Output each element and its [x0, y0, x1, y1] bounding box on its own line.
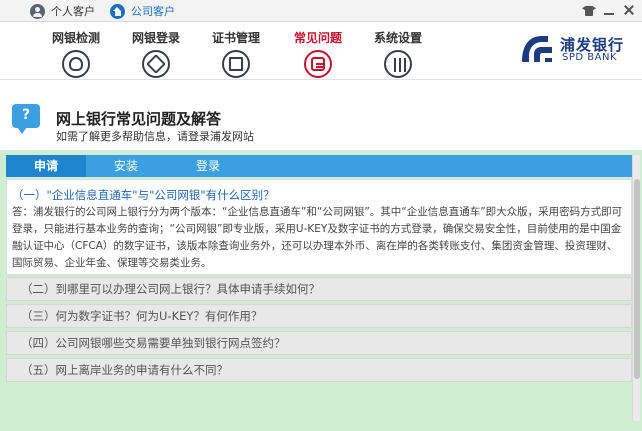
nav-item-label: 常见问题 — [293, 31, 342, 45]
faq-question-1[interactable]: （一）"企业信息直通车"与"公司网银"有什么区别？ — [12, 187, 275, 203]
nav-item-faq[interactable]: 常见问题 — [283, 27, 353, 78]
faq-question-3[interactable]: （三）何为数字证书？何为U-KEY？有何作用？ — [6, 304, 632, 328]
main-nav: 网银检测 网银登录 证书管理 常见问题 系统设置 浦发银行 SPD BANK — [0, 22, 642, 80]
page-subtitle: 如需了解更多帮助信息，请登录浦发网站 — [56, 130, 254, 143]
scrollbar-thumb[interactable] — [634, 179, 640, 379]
nav-item-label: 证书管理 — [211, 31, 260, 45]
settings-icon — [384, 50, 412, 78]
corporate-customer-label: 公司客户 — [131, 5, 175, 18]
bank-name-en: SPD BANK — [562, 52, 617, 63]
detect-icon — [62, 50, 90, 78]
window-controls — [582, 3, 636, 17]
faq-question-5[interactable]: （五）网上离岸业务的申请有什么不同？ — [6, 358, 632, 382]
faq-scrollbar[interactable] — [632, 155, 640, 421]
tab-install[interactable]: 安装 — [114, 155, 138, 177]
personal-customer-link[interactable]: 个人客户 — [30, 2, 95, 20]
skin-icon[interactable] — [582, 3, 596, 17]
home-icon — [110, 3, 125, 19]
faq-question-4[interactable]: （四）公司网银哪些交易需要单独到银行网点签约？ — [6, 331, 632, 355]
close-icon[interactable] — [622, 3, 636, 17]
spd-logo-icon — [522, 36, 552, 62]
faq-icon — [304, 50, 332, 78]
nav-item-certificate[interactable]: 证书管理 — [201, 27, 271, 78]
faq-tab-bar: 申请 安装 登录 — [6, 155, 632, 177]
login-icon — [142, 50, 170, 78]
nav-item-label: 网银登录 — [131, 31, 180, 45]
corporate-customer-link[interactable]: 公司客户 — [110, 2, 175, 20]
user-icon — [30, 3, 45, 19]
personal-customer-label: 个人客户 — [51, 5, 95, 18]
nav-item-detect[interactable]: 网银检测 — [41, 27, 111, 78]
nav-item-settings[interactable]: 系统设置 — [363, 27, 433, 78]
faq-question-2[interactable]: （二）到哪里可以办理公司网上银行？具体申请手续如何？ — [6, 277, 632, 301]
nav-item-label: 网银检测 — [51, 31, 100, 45]
nav-item-login[interactable]: 网银登录 — [121, 27, 191, 78]
certificate-icon — [222, 50, 250, 78]
tab-login[interactable]: 登录 — [196, 155, 220, 177]
nav-item-label: 系统设置 — [373, 31, 422, 45]
page-title: 网上银行常见问题及解答 — [56, 110, 222, 128]
faq-answer-1: 答：浦发银行的公司网上银行分为两个版本：“企业信息直通车”和“公司网银”。其中“… — [12, 206, 623, 269]
bank-logo: 浦发银行 SPD BANK — [520, 32, 640, 68]
minimize-icon[interactable] — [602, 3, 616, 17]
tab-apply[interactable]: 申请 — [6, 155, 86, 177]
question-bubble-icon: ? — [12, 104, 40, 134]
top-bar: 个人客户 公司客户 — [0, 0, 642, 22]
